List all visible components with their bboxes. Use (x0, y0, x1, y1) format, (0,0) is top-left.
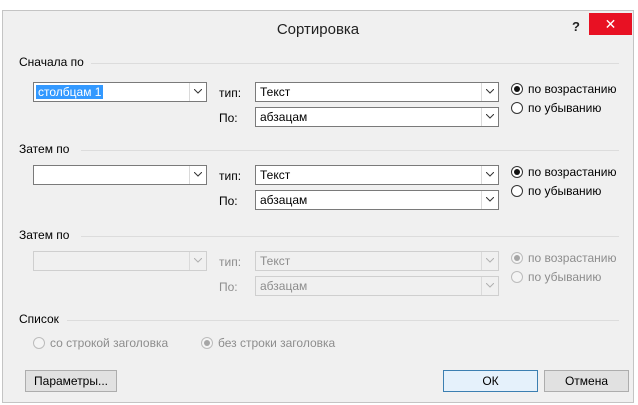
descending-radio-3[interactable] (511, 271, 523, 283)
sort-dialog: Сортировка ? ✕ Сначала по столбцам 1 тип… (2, 10, 634, 403)
with-header-radio[interactable] (33, 337, 45, 349)
divider (91, 63, 619, 64)
ascending-label-1[interactable]: по возрастанию (528, 82, 617, 96)
chevron-down-icon (189, 252, 206, 270)
close-button[interactable]: ✕ (589, 13, 632, 35)
divider (67, 320, 619, 321)
chevron-down-icon (481, 277, 498, 295)
without-header-label[interactable]: без строки заголовка (218, 336, 335, 350)
close-icon: ✕ (604, 16, 617, 32)
chevron-down-icon[interactable] (481, 191, 498, 209)
chevron-down-icon[interactable] (481, 166, 498, 184)
ok-button[interactable]: ОК (443, 370, 538, 392)
descending-label-2[interactable]: по убыванию (528, 184, 601, 198)
by-label-1: По: (219, 111, 238, 125)
chevron-down-icon[interactable] (481, 108, 498, 126)
sort-column-select-3[interactable] (33, 251, 207, 271)
descending-label-1[interactable]: по убыванию (528, 101, 601, 115)
by-value-3: абзацам (260, 279, 308, 293)
divider (81, 150, 619, 151)
ascending-radio-3[interactable] (511, 252, 523, 264)
ascending-label-3[interactable]: по возрастанию (528, 251, 617, 265)
ascending-radio-2[interactable] (511, 166, 523, 178)
descending-radio-2[interactable] (511, 185, 523, 197)
by-label-2: По: (219, 194, 238, 208)
type-label-2: тип: (219, 169, 242, 183)
list-heading: Список (19, 312, 59, 326)
sort-column-select-1[interactable]: столбцам 1 (33, 82, 207, 102)
section-heading-first: Сначала по (19, 55, 84, 69)
type-value-1: Текст (260, 85, 291, 99)
descending-label-3[interactable]: по убыванию (528, 270, 601, 284)
by-select-3[interactable]: абзацам (255, 276, 499, 296)
dialog-title: Сортировка (276, 21, 360, 38)
type-label-1: тип: (219, 86, 242, 100)
with-header-label[interactable]: со строкой заголовка (50, 336, 168, 350)
by-select-2[interactable]: абзацам (255, 190, 499, 210)
type-select-2[interactable]: Текст (255, 165, 499, 185)
ascending-label-2[interactable]: по возрастанию (528, 165, 617, 179)
by-value-2: абзацам (260, 193, 308, 207)
type-select-3[interactable]: Текст (255, 251, 499, 271)
type-value-2: Текст (260, 168, 291, 182)
divider (81, 236, 619, 237)
type-value-3: Текст (260, 254, 291, 268)
chevron-down-icon[interactable] (189, 83, 206, 101)
chevron-down-icon[interactable] (189, 166, 206, 184)
type-select-1[interactable]: Текст (255, 82, 499, 102)
by-select-1[interactable]: абзацам (255, 107, 499, 127)
options-button[interactable]: Параметры... (25, 370, 117, 392)
without-header-radio[interactable] (201, 337, 213, 349)
descending-radio-1[interactable] (511, 102, 523, 114)
ascending-radio-1[interactable] (511, 83, 523, 95)
sort-column-select-2[interactable] (33, 165, 207, 185)
chevron-down-icon[interactable] (481, 83, 498, 101)
cancel-button[interactable]: Отмена (544, 370, 629, 392)
by-label-3: По: (219, 280, 238, 294)
title-bar: Сортировка ? ✕ (3, 11, 633, 50)
sort-column-value-1: столбцам 1 (36, 85, 104, 99)
type-label-3: тип: (219, 255, 242, 269)
section-heading-second: Затем по (19, 142, 70, 156)
help-button[interactable]: ? (566, 19, 586, 34)
chevron-down-icon (481, 252, 498, 270)
by-value-1: абзацам (260, 110, 308, 124)
section-heading-third: Затем по (19, 228, 70, 242)
